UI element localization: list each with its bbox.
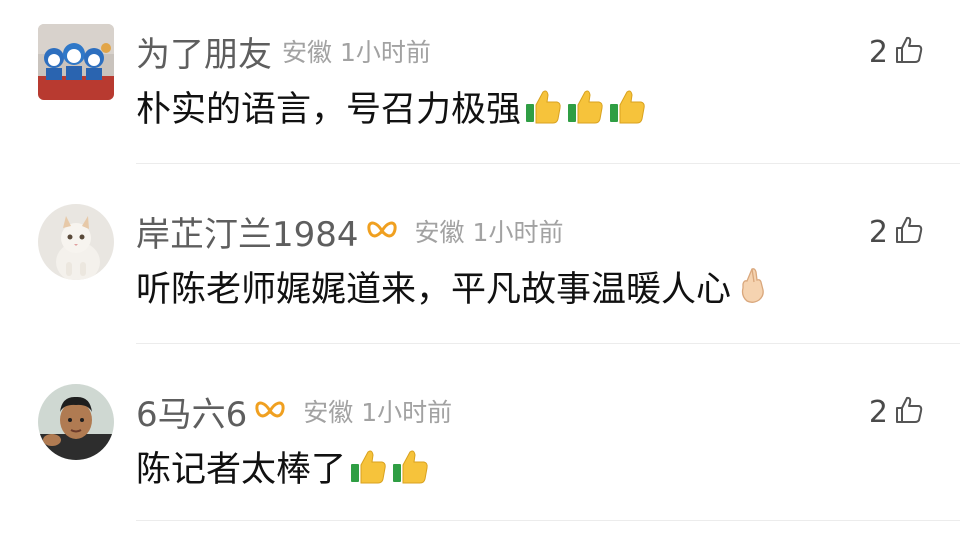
- timestamp: 1小时前: [340, 38, 431, 67]
- thumbs-up-icon: [894, 395, 924, 429]
- thumbs-up-emoji: [607, 86, 647, 126]
- comment-item: 岸芷汀兰1984 安徽 1小时前 听陈老师娓娓道来，平凡故事温暖人心 2: [0, 180, 960, 360]
- comment-body: 听陈老师娓娓道来，平凡故事温暖人心: [136, 269, 732, 310]
- username[interactable]: 为了朋友: [136, 27, 272, 76]
- like-button[interactable]: 2: [869, 30, 924, 74]
- comment-item: 为了朋友 安徽 1小时前 朴实的语言，号召力极强 2: [0, 0, 960, 180]
- comment-body: 陈记者太棒了: [136, 449, 347, 490]
- timestamp: 1小时前: [361, 398, 453, 427]
- comment-body: 朴实的语言，号召力极强: [136, 89, 522, 130]
- crossed-fingers-emoji: [733, 266, 771, 306]
- like-button[interactable]: 2: [869, 390, 924, 434]
- thumbs-up-emoji: [390, 446, 430, 486]
- divider: [136, 520, 960, 521]
- avatar[interactable]: [38, 384, 114, 460]
- thumbs-up-icon: [894, 215, 924, 249]
- timestamp: 1小时前: [472, 218, 564, 247]
- comment-item: 6马六6 安徽 1小时前 陈记者太棒了 2: [0, 360, 960, 540]
- thumbs-up-emoji: [565, 86, 605, 126]
- comment-list: 为了朋友 安徽 1小时前 朴实的语言，号召力极强 2 岸芷汀兰1984 安徽 1…: [0, 0, 960, 528]
- username[interactable]: 岸芷汀兰1984: [136, 207, 359, 256]
- comment-text: 听陈老师娓娓道来，平凡故事温暖人心: [136, 258, 771, 314]
- thumbs-up-emoji: [348, 446, 388, 486]
- like-count: 2: [868, 34, 888, 70]
- member-badge-icon: [253, 396, 287, 426]
- location-label: 安徽: [282, 38, 333, 67]
- like-count: 2: [868, 214, 888, 250]
- thumbs-up-icon: [894, 35, 924, 69]
- like-button[interactable]: 2: [869, 210, 924, 254]
- username[interactable]: 6马六6: [136, 387, 247, 436]
- comment-text: 陈记者太棒了: [136, 438, 430, 494]
- divider: [136, 343, 960, 344]
- location-label: 安徽: [414, 218, 465, 247]
- comment-text: 朴实的语言，号召力极强: [136, 78, 647, 134]
- divider: [136, 163, 960, 164]
- comment-meta: 6马六6 安徽 1小时前: [136, 386, 452, 436]
- comment-meta: 为了朋友 安徽 1小时前: [136, 26, 431, 76]
- comment-meta: 岸芷汀兰1984 安徽 1小时前: [136, 206, 563, 256]
- thumbs-up-emoji: [523, 86, 563, 126]
- avatar[interactable]: [38, 204, 114, 280]
- avatar[interactable]: [38, 24, 114, 100]
- location-label: 安徽: [303, 398, 354, 427]
- member-badge-icon: [365, 216, 399, 246]
- like-count: 2: [868, 394, 888, 430]
